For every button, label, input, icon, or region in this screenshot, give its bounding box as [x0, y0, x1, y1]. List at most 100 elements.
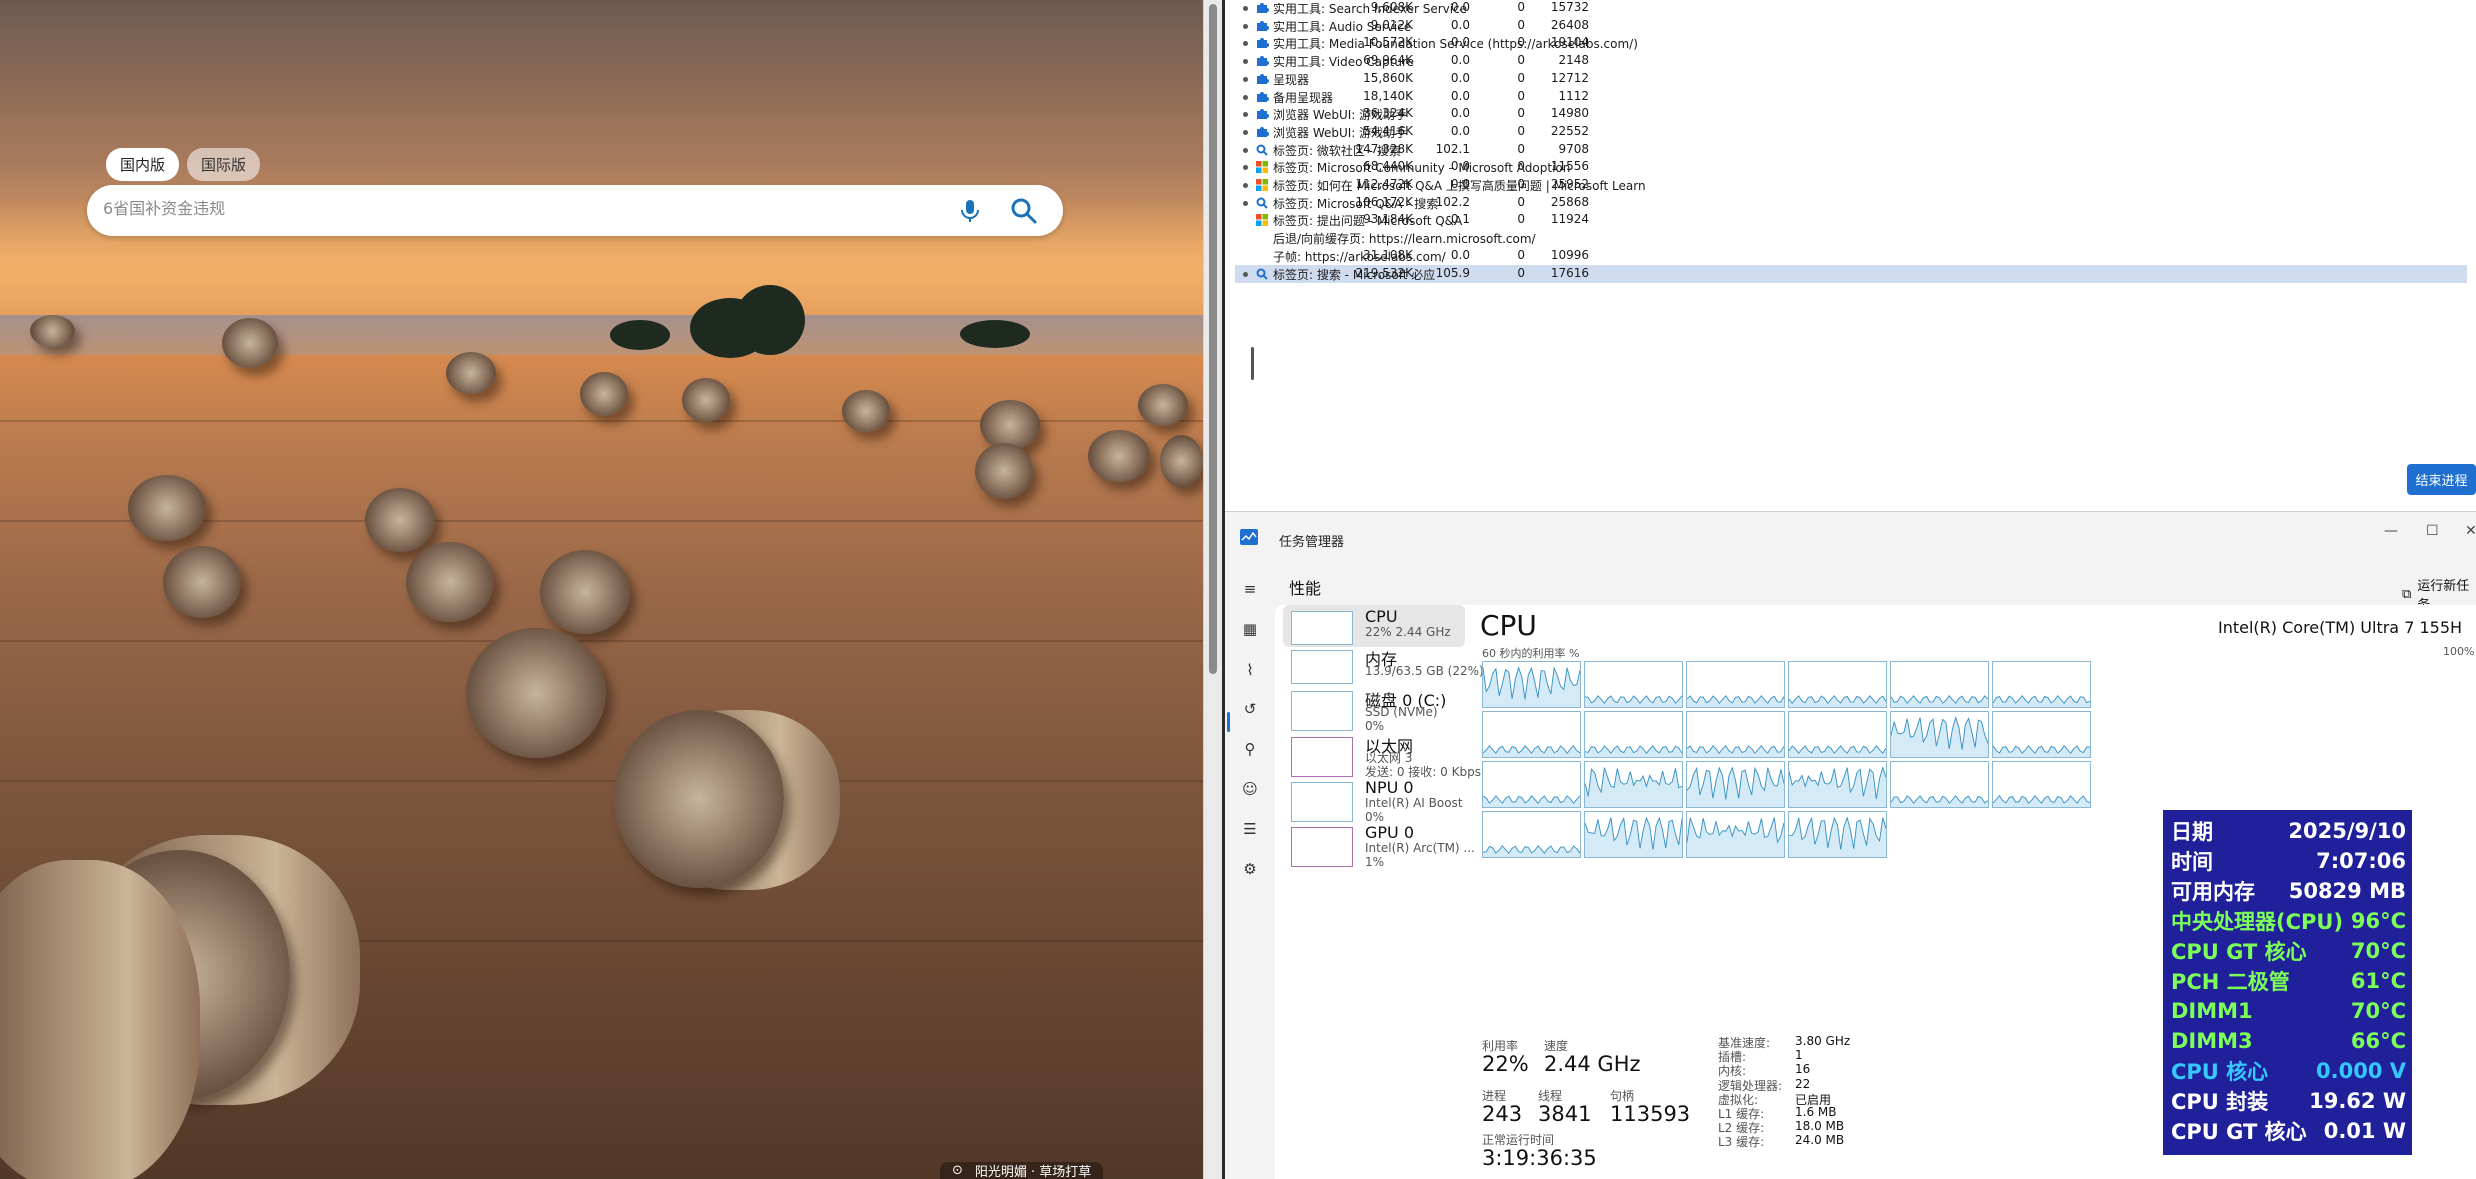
process-pid: 11924 — [1550, 212, 1589, 227]
resource-item-内存[interactable]: 内存 13.9/63.5 GB (22%) — [1283, 644, 1484, 686]
process-pid: 17616 — [1550, 265, 1589, 280]
process-row[interactable]: 浏览器 WebUI: 游戏助手 54,416K 0.0 0 22552 — [1235, 123, 2467, 141]
hw-monitor-row: CPU GT 核心 0.01 W — [2171, 1116, 2406, 1146]
search-icon[interactable] — [1009, 196, 1039, 226]
cpu-core-graph — [1482, 661, 1581, 708]
utilization-value: 22% — [1482, 1052, 1529, 1076]
maximize-icon[interactable]: ☐ — [2426, 523, 2439, 539]
close-icon[interactable]: ✕ — [2465, 523, 2476, 539]
process-row[interactable]: 后退/向前缓存页: https://learn.microsoft.com/ — [1235, 229, 2467, 247]
spec-value: 24.0 MB — [1795, 1133, 1845, 1148]
process-row[interactable]: 实用工具: Search Indexer Service 9,608K 0.0 0 15… — [1235, 0, 2467, 17]
spec-value: 1.6 MB — [1795, 1105, 1837, 1119]
hw-value: 70°C — [2350, 999, 2406, 1023]
process-row[interactable]: 标签页: Microsoft Q&A - 搜索 106,172K 102.2 0 258… — [1235, 194, 2467, 212]
process-row[interactable]: 实用工具: Audio Service 9,012K 0.0 0 26408 — [1235, 17, 2467, 35]
processes-icon[interactable]: ▦ — [1240, 619, 1260, 639]
process-name: 后退/向前缓存页: https://learn.microsoft.com/ — [1273, 232, 1536, 247]
users-icon[interactable]: ☺ — [1240, 779, 1260, 799]
search-input[interactable] — [103, 199, 903, 218]
puzzle-icon — [1257, 38, 1269, 49]
minimize-icon[interactable]: — — [2384, 523, 2398, 539]
region-tabs: 国内版 国际版 — [106, 148, 261, 181]
startup-apps-icon[interactable]: ⚲ — [1240, 739, 1260, 759]
core-utilization-line — [1687, 766, 1784, 807]
resource-item-磁盘[interactable]: 磁盘 0 (C:) SSD (NVMe) 0% — [1283, 685, 1465, 733]
resource-detail-line: 0% — [1365, 718, 1385, 733]
microsoft-logo-icon — [1256, 161, 1268, 174]
hw-monitor-row: 时间 7:07:06 — [2171, 846, 2406, 876]
row-bullet — [1243, 200, 1248, 206]
process-row[interactable]: 备用呈现器 18,140K 0.0 0 1112 — [1235, 88, 2467, 106]
search-icon — [1256, 144, 1268, 156]
performance-icon[interactable]: ⌇ — [1240, 660, 1260, 680]
hw-value: 96°C — [2350, 909, 2406, 933]
core-utilization-line — [1585, 767, 1682, 807]
resource-item-npu[interactable]: NPU 0 Intel(R) AI Boost 0% — [1283, 776, 1465, 824]
resource-detail-line: Intel(R) AI Boost — [1365, 796, 1463, 811]
process-row[interactable]: 呈现器 15,860K 0.0 0 12712 — [1235, 70, 2467, 88]
hay-bale — [1160, 435, 1203, 487]
process-row[interactable]: 子帧: https://arkoselabs.com/31,108K 0.0 0 10… — [1235, 247, 2467, 265]
wallpaper-info[interactable]: ⊙ 阳光明媚 · 草场打草 — [940, 1162, 1104, 1179]
resource-item-cpu[interactable]: CPU 22% 2.44 GHz — [1283, 605, 1465, 647]
puzzle-icon — [1257, 3, 1269, 13]
resource-detail: 以太网 3 发送: 0 接收: 0 Kbps — [1365, 751, 1481, 779]
hay-bale — [980, 400, 1040, 450]
row-bullet — [1243, 23, 1248, 29]
process-pid: 10996 — [1550, 247, 1589, 262]
end-process-button[interactable]: 结束进程 — [2407, 464, 2476, 495]
hay-bale — [222, 318, 278, 368]
process-row[interactable]: 标签页: 提出问题 - Microsoft Q&A 93,184K 0.1 0 1192… — [1235, 211, 2467, 229]
cpu-core-graph — [1584, 711, 1683, 758]
tab-international[interactable]: 国际版 — [187, 148, 261, 181]
scrollbar-thumb[interactable] — [1209, 4, 1217, 674]
process-row[interactable]: 实用工具: Video Capture 69,964K 0.0 0 2148 — [1235, 52, 2467, 70]
resource-list: CPU 22% 2.44 GHz 内存 13.9/63.5 GB (22%) 磁盘 0 … — [1275, 605, 1484, 1179]
hw-value: 70°C — [2350, 939, 2406, 963]
process-row[interactable]: 浏览器 WebUI: 游戏助手 36,324K 0.0 0 14980 — [1235, 105, 2467, 123]
services-icon[interactable]: ⚙ — [1240, 859, 1260, 879]
puzzle-icon — [1257, 109, 1269, 120]
app-history-icon[interactable]: ↺ — [1240, 699, 1260, 719]
cpu-core-graph — [1584, 811, 1683, 858]
resource-item-gpu[interactable]: GPU 0 Intel(R) Arc(TM) ... 1% — [1283, 821, 1475, 869]
spec-value: 18.0 MB — [1795, 1119, 1845, 1134]
process-row[interactable]: 标签页: 搜索 - Microsoft 必应 219,532K 105.9 0 1761… — [1235, 264, 2467, 283]
resource-detail: SSD (NVMe) 0% — [1365, 705, 1438, 733]
window-title: 任务管理器 — [1279, 535, 1345, 550]
hardware-monitor-overlay: 日期 2025/9/10 时间 7:07:06 可用内存 50829 MB 中央处理器(CP… — [2163, 810, 2412, 1155]
process-name: 呈现器 — [1273, 72, 1310, 87]
wallpaper-caption: 阳光明媚 · 草场打草 — [974, 1165, 1092, 1179]
hw-value: 0.01 W — [2323, 1119, 2406, 1143]
core-utilization-line — [1891, 694, 1988, 707]
process-row[interactable]: 实用工具: Media Foundation Service (https://… — [1235, 34, 2467, 52]
uptime-value: 3:19:36:35 — [1482, 1146, 1597, 1170]
puzzle-icon — [1257, 20, 1269, 31]
core-utilization-line — [1687, 744, 1784, 757]
section-header: 性能 ⧉ 运行新任务 ⋯ — [1275, 565, 2476, 613]
row-bullet — [1243, 147, 1248, 153]
hay-bale — [1088, 430, 1150, 482]
cpu-model: Intel(R) Core(TM) Ultra 7 155H — [2218, 618, 2463, 637]
process-pid: 1112 — [1558, 88, 1589, 103]
field-furrow — [0, 780, 1203, 782]
details-icon[interactable]: ☰ — [1240, 819, 1260, 839]
hay-bale — [406, 542, 494, 622]
tab-domestic[interactable]: 国内版 — [106, 148, 180, 181]
cpu-core-graph — [1788, 661, 1887, 708]
resource-detail: Intel(R) Arc(TM) ... 1% — [1365, 841, 1475, 869]
process-row[interactable]: 标签页: 如何在 Microsoft Q&A 上撰写高质量问题 | Micros… — [1235, 176, 2467, 194]
resource-detail-line: 22% 2.44 GHz — [1365, 625, 1451, 639]
screen: 国内版 国际版 ⊙ 阳光明媚 · 草场打草 实用工具: Search Index… — [0, 0, 2476, 1179]
microphone-icon[interactable] — [957, 197, 983, 225]
browser-scrollbar[interactable] — [1203, 0, 1222, 1179]
hamburger-menu-icon[interactable]: ≡ — [1240, 579, 1260, 599]
core-utilization-line — [1483, 666, 1580, 707]
process-row[interactable]: 标签页: 微软社区 - 搜索 147,328K 102.1 0 9708 — [1235, 141, 2467, 159]
hw-value: 0.000 V — [2316, 1059, 2406, 1083]
process-row[interactable]: 标签页: Microsoft Community – Microsoft Ado… — [1235, 158, 2467, 176]
puzzle-icon — [1257, 126, 1269, 137]
resource-item-以太网[interactable]: 以太网 以太网 3 发送: 0 接收: 0 Kbps — [1283, 731, 1481, 779]
hw-monitor-row: 中央处理器(CPU) 96°C — [2171, 906, 2406, 936]
